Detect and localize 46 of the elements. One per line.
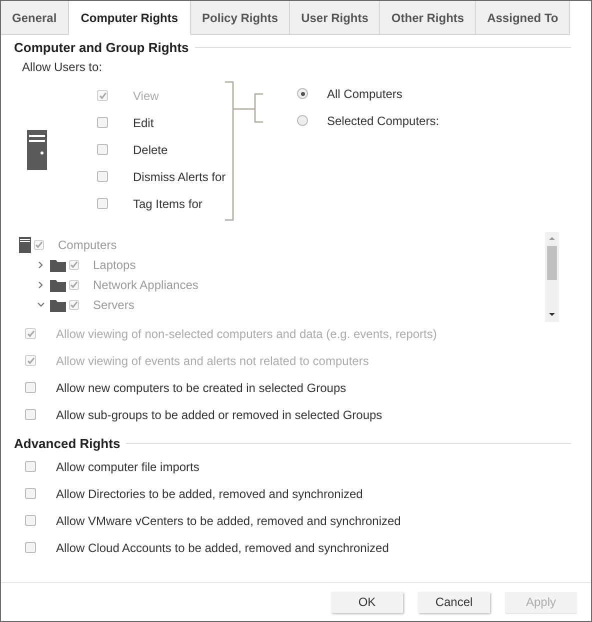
option-label: Allow viewing of events and alerts not related to computers	[56, 354, 369, 368]
server-icon	[19, 237, 31, 253]
permission-label: Dismiss Alerts for	[133, 170, 226, 184]
checkbox[interactable]	[97, 144, 108, 155]
folder-icon	[50, 298, 66, 312]
section-title: Computer and Group Rights	[13, 40, 190, 55]
checkbox[interactable]	[25, 409, 36, 420]
radio-button[interactable]	[297, 88, 308, 99]
tab[interactable]: Policy Rights	[191, 1, 290, 35]
permission-label: Delete	[133, 142, 168, 156]
checkbox[interactable]	[25, 515, 36, 526]
tab[interactable]: Other Rights	[380, 1, 476, 35]
folder-icon	[50, 258, 66, 272]
subtitle: Allow Users to:	[22, 60, 104, 74]
permission-label: Tag Items for	[133, 196, 202, 210]
checkbox[interactable]	[25, 488, 36, 499]
tab[interactable]: User Rights	[290, 1, 380, 35]
server-icon	[27, 130, 47, 170]
dialog-button[interactable]: Cancel	[418, 592, 490, 612]
checkbox[interactable]	[97, 198, 108, 209]
section-title: Advanced Rights	[13, 436, 122, 451]
tab[interactable]: General	[1, 1, 69, 35]
scrollbar[interactable]	[545, 232, 559, 322]
chevron-right-icon[interactable]	[37, 281, 45, 289]
option-label: Allow VMware vCenters to be added, removed and synchronized	[56, 514, 401, 528]
option-label: Allow computer file imports	[56, 460, 200, 474]
radio-label: All Computers	[327, 86, 402, 100]
folder-icon	[50, 278, 66, 292]
option-label: Allow new computers to be created in selected Groups	[56, 380, 346, 394]
checkbox[interactable]	[25, 461, 36, 472]
option-label: Allow Cloud Accounts to be added, removed and synchronized	[56, 540, 389, 554]
checkbox[interactable]	[25, 542, 36, 553]
radio-button[interactable]	[297, 115, 308, 126]
radio-label: Selected Computers:	[327, 114, 440, 128]
option-label: Allow viewing of non-selected computers and data (e.g. events, reports)	[56, 326, 437, 340]
dialog-button[interactable]: OK	[331, 592, 403, 612]
option-label: Allow Directories to be added, removed and synchronized	[56, 486, 363, 500]
permission-label: Edit	[133, 116, 154, 130]
option-label: Allow sub-groups to be added or removed in selected Groups	[56, 408, 382, 422]
chevron-right-icon[interactable]	[37, 261, 45, 269]
chevron-down-icon[interactable]	[37, 301, 45, 309]
permission-label: View	[133, 88, 159, 102]
checkbox[interactable]	[97, 117, 108, 128]
tab[interactable]: Assigned To	[476, 1, 570, 35]
checkbox[interactable]	[97, 171, 108, 182]
checkbox[interactable]	[25, 382, 36, 393]
